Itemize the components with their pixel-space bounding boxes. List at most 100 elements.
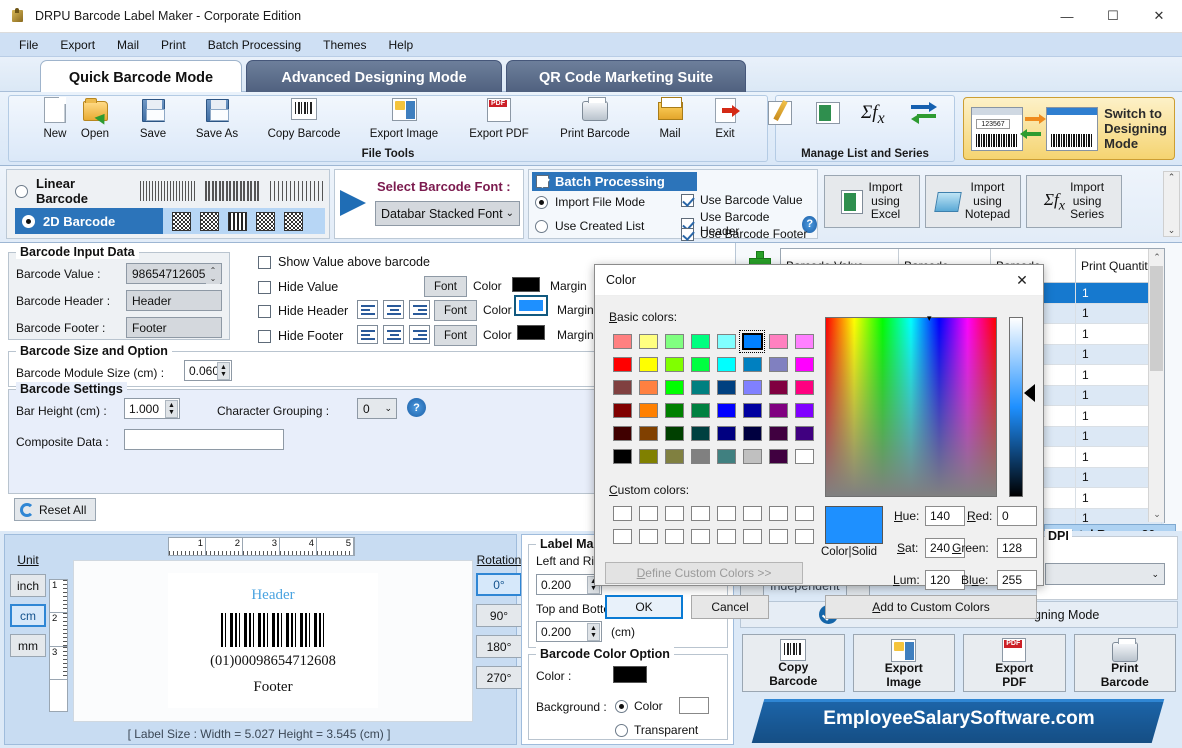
basic-color-swatch[interactable] <box>713 353 739 376</box>
scroll-up-icon[interactable]: ⌃ <box>1168 172 1176 183</box>
hide-header-option[interactable]: Hide Header <box>258 304 348 318</box>
basic-color-swatch[interactable] <box>765 445 791 468</box>
custom-color-swatch[interactable] <box>765 502 791 525</box>
background-color-radio[interactable] <box>615 699 628 713</box>
basic-color-swatch[interactable] <box>765 422 791 445</box>
header-align-center-button[interactable] <box>383 300 404 319</box>
custom-color-swatch[interactable] <box>635 502 661 525</box>
basic-color-swatch[interactable] <box>661 399 687 422</box>
background-transparent-radio[interactable] <box>615 723 628 737</box>
basic-color-swatch[interactable] <box>713 330 739 353</box>
ribbon-exit-button[interactable]: Exit <box>696 96 754 146</box>
background-transparent-option[interactable]: Transparent <box>615 723 698 737</box>
custom-color-swatch[interactable] <box>687 525 713 548</box>
import-file-mode-radio[interactable] <box>535 195 548 209</box>
hide-footer-option[interactable]: Hide Footer <box>258 329 343 343</box>
ribbon-save-as-button[interactable]: Save As <box>174 96 260 146</box>
grid-scroll-up-icon[interactable]: ⌃ <box>1149 249 1165 265</box>
manage-series-button[interactable]: Σfx <box>856 98 896 148</box>
show-value-above-checkbox[interactable] <box>258 255 271 269</box>
basic-color-swatch[interactable] <box>765 399 791 422</box>
selrow-scrollbar[interactable]: ⌃ ⌄ <box>1163 171 1180 237</box>
basic-color-swatch[interactable] <box>687 353 713 376</box>
minimize-button[interactable]: — <box>1044 0 1090 33</box>
footer-color-swatch[interactable] <box>517 325 545 340</box>
menu-help[interactable]: Help <box>377 35 424 55</box>
dpi-select[interactable]: ⌄ <box>1045 563 1165 585</box>
basic-color-swatch[interactable] <box>739 399 765 422</box>
manage-edit-list-button[interactable] <box>760 98 800 148</box>
close-icon[interactable]: ✕ <box>1001 265 1043 296</box>
basic-color-swatch[interactable] <box>609 330 635 353</box>
bar-height-stepper[interactable]: ▲ ▼ <box>165 400 178 418</box>
custom-color-swatch[interactable] <box>791 525 817 548</box>
batch-processing-checkbox[interactable] <box>536 175 549 188</box>
maximize-button[interactable]: ☐ <box>1090 0 1136 33</box>
menu-themes[interactable]: Themes <box>312 35 377 55</box>
module-size-input[interactable]: 0.060 ▲ ▼ <box>184 360 232 381</box>
basic-color-swatch[interactable] <box>609 445 635 468</box>
basic-color-swatch[interactable] <box>791 399 817 422</box>
batch-processing-header[interactable]: Batch Processing <box>532 172 697 191</box>
barcode-value-stepper[interactable]: ⌃ ⌄ <box>206 265 220 284</box>
basic-color-swatch[interactable] <box>609 353 635 376</box>
basic-color-swatch[interactable] <box>739 330 765 353</box>
basic-color-swatch[interactable] <box>609 422 635 445</box>
qr-sample-icon[interactable] <box>200 211 219 231</box>
custom-color-swatch[interactable] <box>765 525 791 548</box>
menu-print[interactable]: Print <box>150 35 197 55</box>
footer-align-center-button[interactable] <box>383 325 404 344</box>
basic-color-swatch[interactable] <box>739 422 765 445</box>
basic-color-swatch[interactable] <box>609 399 635 422</box>
basic-color-swatch[interactable] <box>635 353 661 376</box>
aztec-sample-icon[interactable] <box>256 211 275 231</box>
lum-input[interactable]: 120 <box>925 570 965 590</box>
add-to-custom-colors-button[interactable]: Add to Custom Colors <box>825 595 1037 619</box>
header-align-right-button[interactable] <box>409 300 430 319</box>
tab-advanced-designing-mode[interactable]: Advanced Designing Mode <box>246 60 502 94</box>
char-grouping-help-icon[interactable]: ? <box>407 398 426 417</box>
custom-color-swatch[interactable] <box>739 502 765 525</box>
basic-color-swatch[interactable] <box>687 330 713 353</box>
basic-color-swatch[interactable] <box>765 330 791 353</box>
module-size-stepper[interactable]: ▲ ▼ <box>217 362 230 380</box>
basic-color-swatch[interactable] <box>635 422 661 445</box>
basic-color-swatch[interactable] <box>713 445 739 468</box>
use-barcode-footer-option[interactable]: Use Barcode Footer <box>681 227 807 241</box>
basic-color-swatch[interactable] <box>635 376 661 399</box>
import-using-series-button[interactable]: Σfx Import using Series <box>1026 175 1122 228</box>
linear-barcode-radio[interactable] <box>15 184 28 198</box>
ribbon-mail-button[interactable]: Mail <box>641 96 699 146</box>
color-gradient-picker[interactable]: ▾ <box>825 313 997 497</box>
basic-color-swatch[interactable] <box>661 376 687 399</box>
export-image-button[interactable]: Export Image <box>852 634 955 692</box>
basic-color-swatch[interactable] <box>687 399 713 422</box>
basic-color-swatch[interactable] <box>765 376 791 399</box>
custom-color-swatch[interactable] <box>635 525 661 548</box>
luminosity-pointer-icon[interactable] <box>1024 384 1035 402</box>
basic-color-swatch[interactable] <box>635 330 661 353</box>
top-bottom-margin-input[interactable]: 0.200 ▲ ▼ <box>536 621 602 642</box>
tab-quick-barcode-mode[interactable]: Quick Barcode Mode <box>40 60 242 94</box>
blue-input[interactable]: 255 <box>997 570 1037 590</box>
close-button[interactable]: ✕ <box>1136 0 1182 33</box>
import-using-excel-button[interactable]: Import using Excel <box>824 175 920 228</box>
red-input[interactable]: 0 <box>997 506 1037 526</box>
menu-mail[interactable]: Mail <box>106 35 150 55</box>
basic-color-swatch[interactable] <box>661 330 687 353</box>
value-color-swatch[interactable] <box>512 277 540 292</box>
unit-mm-button[interactable]: mm <box>10 634 46 657</box>
basic-color-swatch[interactable] <box>791 445 817 468</box>
basic-color-swatch[interactable] <box>791 330 817 353</box>
custom-color-swatch[interactable] <box>609 502 635 525</box>
barcode-font-select[interactable]: Databar Stacked Font ⌄ <box>375 201 520 226</box>
use-created-list-radio[interactable] <box>535 219 548 233</box>
background-color-swatch[interactable] <box>679 697 709 714</box>
tab-qr-code-marketing-suite[interactable]: QR Code Marketing Suite <box>506 60 746 94</box>
footer-align-left-button[interactable] <box>357 325 378 344</box>
ok-button[interactable]: OK <box>605 595 683 619</box>
hue-input[interactable]: 140 <box>925 506 965 526</box>
basic-color-swatch[interactable] <box>661 353 687 376</box>
header-align-left-button[interactable] <box>357 300 378 319</box>
background-color-option[interactable]: Color <box>615 699 663 713</box>
